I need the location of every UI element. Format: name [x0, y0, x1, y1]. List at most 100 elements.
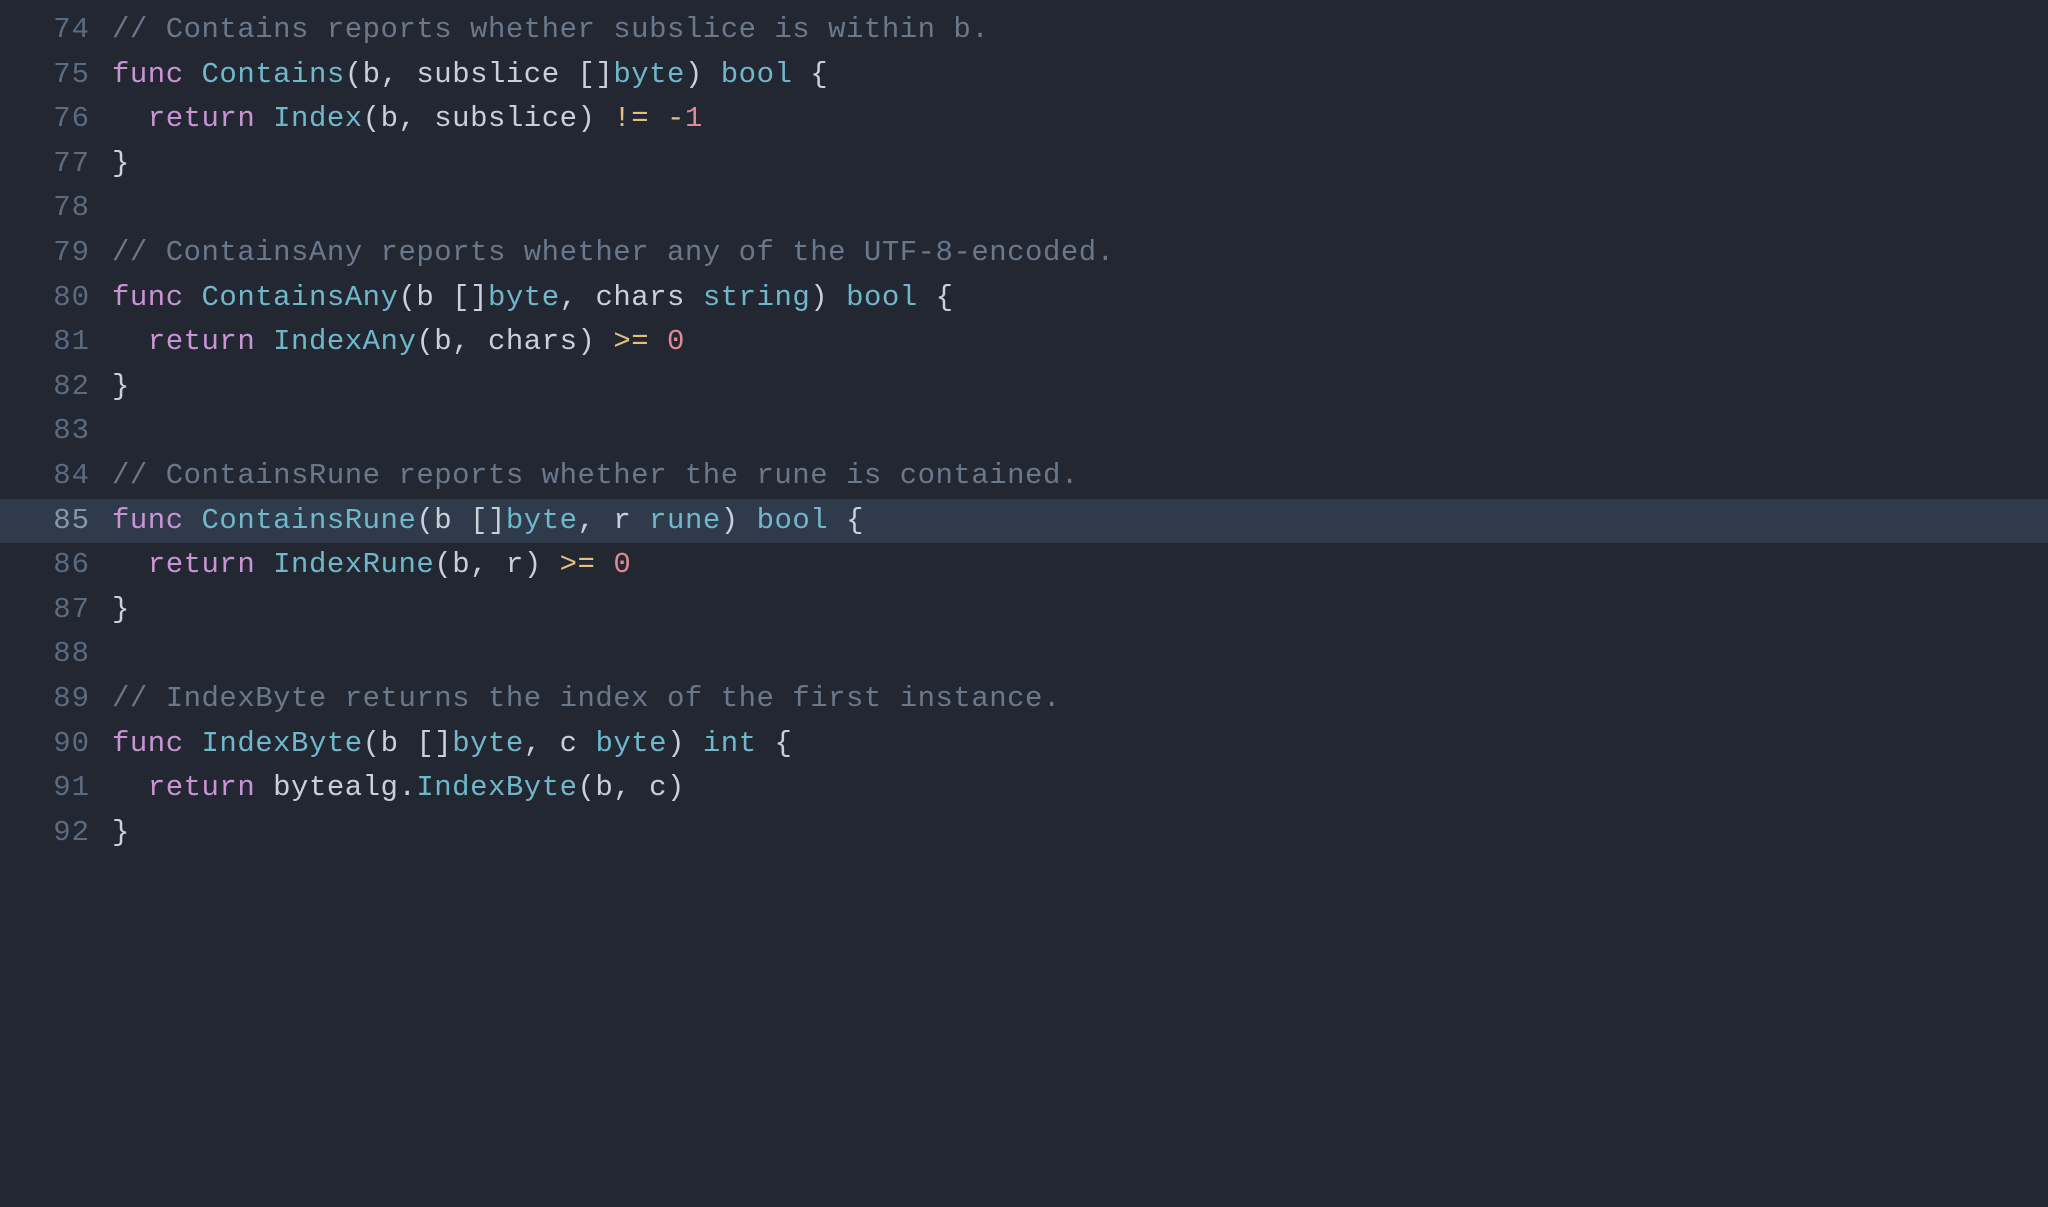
code-editor[interactable]: 74// Contains reports whether subslice i…	[0, 0, 2048, 855]
line-number: 74	[0, 8, 112, 53]
code-content[interactable]: }	[112, 365, 130, 410]
code-line[interactable]: 78	[0, 186, 2048, 231]
token-pn: ,	[613, 771, 649, 804]
code-content[interactable]: // ContainsRune reports whether the rune…	[112, 454, 1079, 499]
token-fn: ContainsRune	[202, 504, 417, 537]
code-line[interactable]: 89// IndexByte returns the index of the …	[0, 677, 2048, 722]
token-id: chars	[488, 325, 578, 358]
code-line[interactable]: 81 return IndexAny(b, chars) >= 0	[0, 320, 2048, 365]
line-number: 81	[0, 320, 112, 365]
token-pn: ,	[470, 548, 506, 581]
code-line[interactable]: 91 return bytealg.IndexByte(b, c)	[0, 766, 2048, 811]
token-pn: ,	[398, 102, 434, 135]
code-content[interactable]: return IndexAny(b, chars) >= 0	[112, 320, 685, 365]
code-content[interactable]: // IndexByte returns the index of the fi…	[112, 677, 1061, 722]
token-id: chars	[595, 281, 685, 314]
token-id: b	[416, 281, 434, 314]
token-pn: (	[363, 102, 381, 135]
code-line[interactable]: 87}	[0, 588, 2048, 633]
code-line[interactable]: 79// ContainsAny reports whether any of …	[0, 231, 2048, 276]
token-pn	[112, 771, 148, 804]
code-content[interactable]: return bytealg.IndexByte(b, c)	[112, 766, 685, 811]
token-id: subslice	[416, 58, 559, 91]
token-fn: IndexByte	[202, 727, 363, 760]
line-number: 91	[0, 766, 112, 811]
token-pn: )	[667, 771, 685, 804]
code-content[interactable]: }	[112, 811, 130, 856]
token-cm: // ContainsAny reports whether any of th…	[112, 236, 1115, 269]
token-pn: }	[112, 370, 130, 403]
code-line[interactable]: 92}	[0, 811, 2048, 856]
token-fn: IndexAny	[273, 325, 416, 358]
token-kw: return	[148, 771, 255, 804]
token-pn: (	[416, 504, 434, 537]
token-id: r	[613, 504, 631, 537]
token-kw: func	[112, 727, 184, 760]
token-id: b	[381, 102, 399, 135]
token-pn: )	[685, 58, 721, 91]
code-content[interactable]: func ContainsRune(b []byte, r rune) bool…	[112, 499, 864, 544]
code-line[interactable]: 77}	[0, 142, 2048, 187]
token-fn: ContainsAny	[202, 281, 399, 314]
line-number: 86	[0, 543, 112, 588]
token-pn: []	[434, 281, 488, 314]
token-pn	[685, 281, 703, 314]
token-pn	[112, 325, 148, 358]
code-content[interactable]: return IndexRune(b, r) >= 0	[112, 543, 631, 588]
code-line[interactable]: 76 return Index(b, subslice) != -1	[0, 97, 2048, 142]
line-number: 88	[0, 632, 112, 677]
code-line[interactable]: 82}	[0, 365, 2048, 410]
token-pn: .	[398, 771, 416, 804]
code-line[interactable]: 80func ContainsAny(b []byte, chars strin…	[0, 276, 2048, 321]
token-typ: byte	[613, 58, 685, 91]
token-pn: ,	[524, 727, 560, 760]
code-line[interactable]: 83	[0, 409, 2048, 454]
code-line[interactable]: 88	[0, 632, 2048, 677]
token-cm: // IndexByte returns the index of the fi…	[112, 682, 1061, 715]
line-number: 92	[0, 811, 112, 856]
token-cm: // ContainsRune reports whether the rune…	[112, 459, 1079, 492]
token-pn: (	[416, 325, 434, 358]
code-line[interactable]: 84// ContainsRune reports whether the ru…	[0, 454, 2048, 499]
token-pn: []	[452, 504, 506, 537]
token-pn	[112, 548, 148, 581]
token-kw: func	[112, 504, 184, 537]
token-typ: int	[703, 727, 757, 760]
token-pn: []	[560, 58, 614, 91]
token-pn: (	[363, 727, 381, 760]
code-content[interactable]: func ContainsAny(b []byte, chars string)…	[112, 276, 954, 321]
code-content[interactable]: func IndexByte(b []byte, c byte) int {	[112, 722, 792, 767]
token-pn: (	[578, 771, 596, 804]
token-id: b	[595, 771, 613, 804]
token-id: b	[434, 325, 452, 358]
code-content[interactable]: func Contains(b, subslice []byte) bool {	[112, 53, 828, 98]
code-line[interactable]: 74// Contains reports whether subslice i…	[0, 8, 2048, 53]
token-pn	[184, 727, 202, 760]
token-id: b	[381, 727, 399, 760]
token-op: >=	[613, 325, 649, 358]
token-op: -	[667, 102, 685, 135]
code-line[interactable]: 85func ContainsRune(b []byte, r rune) bo…	[0, 499, 2048, 544]
code-content[interactable]: }	[112, 142, 130, 187]
line-number: 85	[0, 499, 112, 544]
token-pn: )	[524, 548, 560, 581]
code-content[interactable]: // ContainsAny reports whether any of th…	[112, 231, 1115, 276]
code-content[interactable]: return Index(b, subslice) != -1	[112, 97, 703, 142]
token-num: 0	[667, 325, 685, 358]
token-pn	[255, 325, 273, 358]
line-number: 89	[0, 677, 112, 722]
token-typ: bool	[846, 281, 918, 314]
token-pn	[255, 771, 273, 804]
code-line[interactable]: 90func IndexByte(b []byte, c byte) int {	[0, 722, 2048, 767]
token-pn: ,	[452, 325, 488, 358]
code-line[interactable]: 86 return IndexRune(b, r) >= 0	[0, 543, 2048, 588]
line-number: 75	[0, 53, 112, 98]
token-pn: {	[828, 504, 864, 537]
token-pn: {	[918, 281, 954, 314]
code-line[interactable]: 75func Contains(b, subslice []byte) bool…	[0, 53, 2048, 98]
code-content[interactable]: // Contains reports whether subslice is …	[112, 8, 989, 53]
token-fn: IndexRune	[273, 548, 434, 581]
token-num: 1	[685, 102, 703, 135]
line-number: 87	[0, 588, 112, 633]
code-content[interactable]: }	[112, 588, 130, 633]
